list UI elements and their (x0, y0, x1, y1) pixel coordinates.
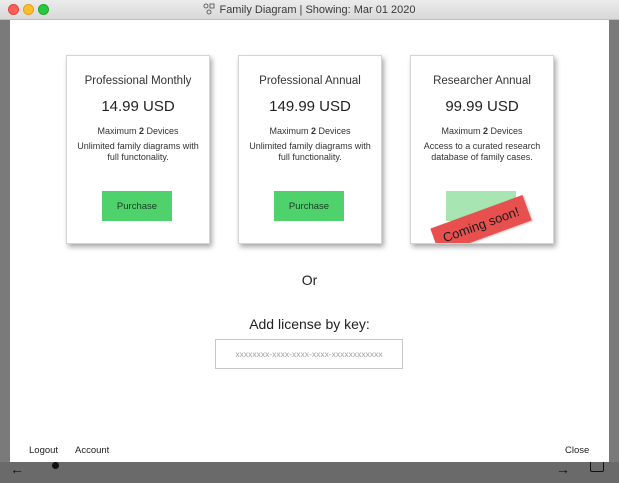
close-button[interactable]: Close (565, 445, 589, 456)
window-titlebar: Family Diagram | Showing: Mar 01 2020 (0, 0, 619, 20)
purchase-button-annual[interactable]: Purchase (274, 191, 344, 221)
account-sheet: Professional Monthly 14.99 USD Maximum 2… (10, 20, 609, 462)
plan-description: Access to a curated research database of… (423, 141, 541, 162)
window-title: Family Diagram | Showing: Mar 01 2020 (0, 3, 619, 16)
plan-card-professional-monthly: Professional Monthly 14.99 USD Maximum 2… (66, 55, 210, 244)
plan-description: Unlimited family diagrams with full func… (77, 141, 199, 162)
plan-name: Researcher Annual (433, 75, 531, 87)
plan-card-professional-annual: Professional Annual 149.99 USD Maximum 2… (238, 55, 382, 244)
plan-name: Professional Annual (259, 75, 361, 87)
plan-devices: Maximum 2 Devices (269, 126, 351, 136)
plan-price: 14.99 USD (101, 98, 175, 115)
license-key-label: Add license by key: (249, 316, 370, 332)
forward-arrow-icon: → (556, 461, 570, 477)
background-toolbar (0, 462, 619, 483)
family-diagram-icon (203, 3, 215, 15)
logout-button[interactable]: Logout (29, 445, 58, 456)
plan-price: 149.99 USD (269, 98, 351, 115)
timeline-dot-icon (52, 462, 59, 469)
account-button[interactable]: Account (75, 445, 109, 456)
purchase-button-monthly[interactable]: Purchase (102, 191, 172, 221)
license-key-input[interactable] (215, 339, 403, 369)
or-separator: Or (301, 272, 318, 288)
plan-card-researcher-annual: Researcher Annual 99.99 USD Maximum 2 De… (410, 55, 554, 244)
window-title-text: Family Diagram | Showing: Mar 01 2020 (219, 4, 416, 16)
back-arrow-icon: ← (10, 461, 24, 477)
plan-devices: Maximum 2 Devices (97, 126, 179, 136)
background-app-edge (0, 20, 10, 483)
plan-price: 99.99 USD (445, 98, 519, 115)
plan-description: Unlimited family diagrams with full func… (249, 141, 371, 162)
plan-devices: Maximum 2 Devices (441, 126, 523, 136)
background-app-edge (609, 20, 619, 483)
plan-name: Professional Monthly (84, 75, 192, 87)
